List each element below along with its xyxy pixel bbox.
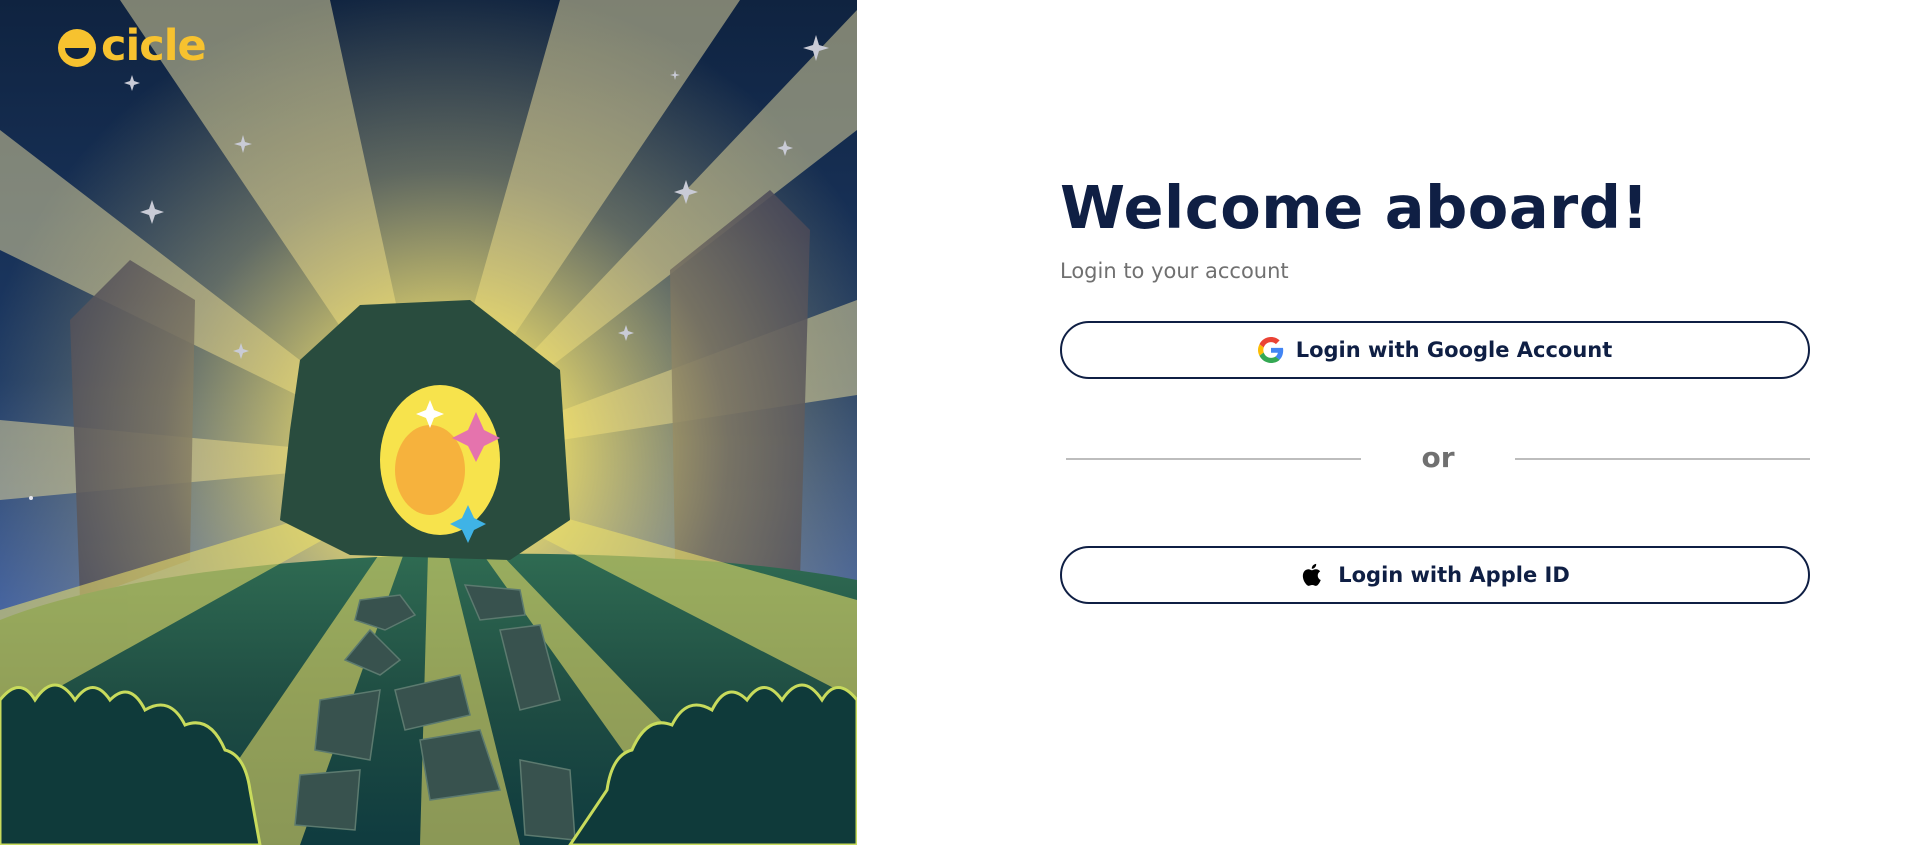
- page-title: Welcome aboard!: [1060, 173, 1649, 242]
- divider-line-right: [1515, 457, 1810, 460]
- apple-icon: [1303, 563, 1321, 586]
- glowing-portal-illustration: [0, 0, 857, 845]
- hero-illustration: cicle: [0, 0, 857, 845]
- google-icon: [1257, 337, 1283, 363]
- divider-text: or: [1421, 441, 1455, 474]
- cicle-logo[interactable]: cicle: [57, 20, 207, 71]
- apple-login-button[interactable]: Login with Apple ID: [1060, 546, 1810, 604]
- login-panel: Welcome aboard! Login to your account Lo…: [857, 0, 1920, 845]
- login-form: Welcome aboard! Login to your account Lo…: [1060, 172, 1810, 604]
- or-divider: or: [1060, 379, 1810, 546]
- cicle-logo-icon: [58, 29, 96, 67]
- divider-line-left: [1066, 457, 1361, 460]
- login-page: cicle Welcome aboard! Login to your acco…: [0, 0, 1920, 845]
- apple-login-label: Login with Apple ID: [1338, 563, 1570, 587]
- brand-name: cicle: [101, 20, 207, 71]
- google-login-label: Login with Google Account: [1295, 338, 1613, 362]
- page-subtitle: Login to your account: [1060, 259, 1289, 283]
- google-login-button[interactable]: Login with Google Account: [1060, 321, 1810, 379]
